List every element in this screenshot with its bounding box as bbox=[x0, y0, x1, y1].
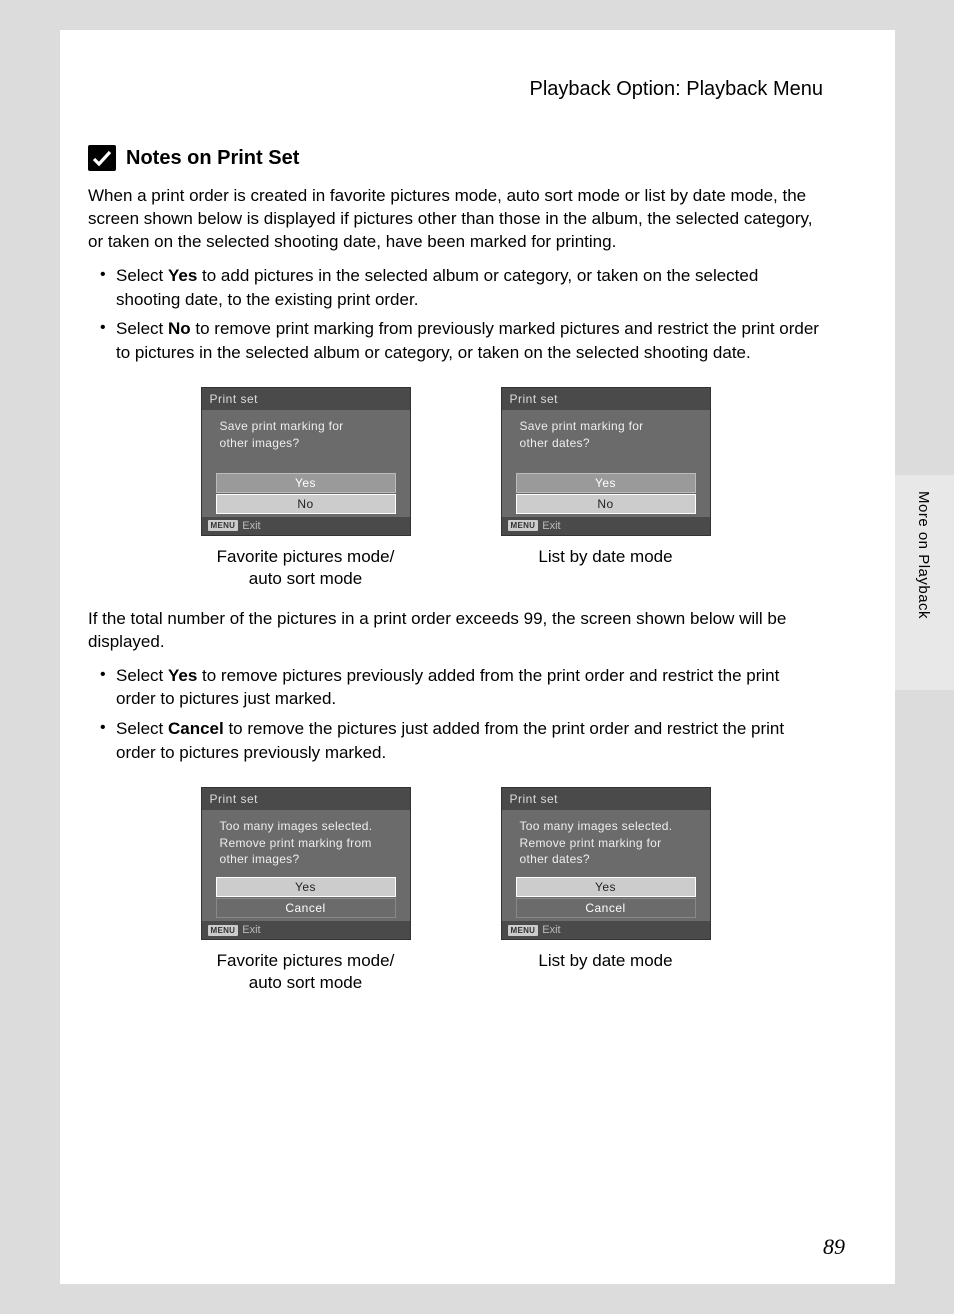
section-header: Notes on Print Set bbox=[88, 145, 823, 171]
page-number: 89 bbox=[823, 1234, 845, 1260]
camera-screen: Print set Save print marking for other d… bbox=[501, 387, 711, 536]
note-icon bbox=[88, 145, 116, 171]
screen-title: Print set bbox=[502, 388, 710, 410]
text: Select bbox=[116, 719, 168, 738]
screen-body: Save print marking for other dates? Yes … bbox=[502, 410, 710, 517]
exit-label: Exit bbox=[242, 924, 260, 936]
screenshots-row-1: Print set Save print marking for other i… bbox=[88, 387, 823, 590]
screen-block-right: Print set Too many images selected. Remo… bbox=[501, 787, 711, 995]
screen-title: Print set bbox=[502, 788, 710, 810]
screen-caption: List by date mode bbox=[538, 546, 672, 568]
text: Remove print marking from bbox=[220, 836, 372, 850]
text: Remove print marking for bbox=[520, 836, 662, 850]
screen-body: Too many images selected. Remove print m… bbox=[502, 810, 710, 921]
screen-footer: MENU Exit bbox=[502, 921, 710, 939]
bold-text: No bbox=[168, 319, 191, 338]
text: Too many images selected. bbox=[520, 819, 673, 833]
list-item: Select Cancel to remove the pictures jus… bbox=[100, 717, 823, 765]
screen-title: Print set bbox=[202, 788, 410, 810]
screen-option-no: No bbox=[516, 494, 696, 514]
screen-option-yes: Yes bbox=[516, 877, 696, 897]
screen-caption: List by date mode bbox=[538, 950, 672, 972]
list-item: Select Yes to remove pictures previously… bbox=[100, 664, 823, 712]
screenshots-row-2: Print set Too many images selected. Remo… bbox=[88, 787, 823, 995]
section-title: Notes on Print Set bbox=[126, 147, 299, 170]
page-header: Playback Option: Playback Menu bbox=[530, 78, 824, 101]
exit-label: Exit bbox=[242, 520, 260, 532]
screen-message: Too many images selected. Remove print m… bbox=[210, 814, 402, 876]
side-tab: More on Playback bbox=[895, 475, 954, 690]
page: Playback Option: Playback Menu Notes on … bbox=[60, 30, 895, 1284]
screen-caption: Favorite pictures mode/ auto sort mode bbox=[217, 950, 395, 994]
screen-message: Save print marking for other images? bbox=[210, 414, 402, 472]
text: Save print marking for bbox=[520, 419, 644, 433]
camera-screen: Print set Too many images selected. Remo… bbox=[501, 787, 711, 940]
screen-block-right: Print set Save print marking for other d… bbox=[501, 387, 711, 590]
text: other images? bbox=[220, 436, 300, 450]
intro-paragraph: When a print order is created in favorit… bbox=[88, 185, 823, 254]
screen-option-cancel: Cancel bbox=[216, 898, 396, 918]
camera-screen: Print set Save print marking for other i… bbox=[201, 387, 411, 536]
menu-icon: MENU bbox=[208, 925, 239, 936]
screen-option-no: No bbox=[216, 494, 396, 514]
menu-icon: MENU bbox=[208, 520, 239, 531]
screen-option-yes: Yes bbox=[216, 473, 396, 493]
text: auto sort mode bbox=[249, 569, 362, 588]
text: Favorite pictures mode/ bbox=[217, 547, 395, 566]
list-item: Select No to remove print marking from p… bbox=[100, 317, 823, 365]
screen-body: Save print marking for other images? Yes… bbox=[202, 410, 410, 517]
screen-body: Too many images selected. Remove print m… bbox=[202, 810, 410, 921]
screen-option-yes: Yes bbox=[516, 473, 696, 493]
camera-screen: Print set Too many images selected. Remo… bbox=[201, 787, 411, 940]
text: to remove pictures previously added from… bbox=[116, 666, 779, 709]
side-tab-label: More on Playback bbox=[915, 491, 932, 619]
screen-option-yes: Yes bbox=[216, 877, 396, 897]
screen-option-cancel: Cancel bbox=[516, 898, 696, 918]
screen-footer: MENU Exit bbox=[502, 517, 710, 535]
text: to add pictures in the selected album or… bbox=[116, 266, 758, 309]
second-paragraph: If the total number of the pictures in a… bbox=[88, 608, 823, 654]
text: Save print marking for bbox=[220, 419, 344, 433]
text: other dates? bbox=[520, 436, 590, 450]
text: Too many images selected. bbox=[220, 819, 373, 833]
text: Select bbox=[116, 266, 168, 285]
screen-message: Save print marking for other dates? bbox=[510, 414, 702, 472]
bullet-list-1: Select Yes to add pictures in the select… bbox=[100, 264, 823, 365]
menu-icon: MENU bbox=[508, 925, 539, 936]
text: Select bbox=[116, 319, 168, 338]
bullet-list-2: Select Yes to remove pictures previously… bbox=[100, 664, 823, 765]
text: List by date mode bbox=[538, 547, 672, 566]
menu-icon: MENU bbox=[508, 520, 539, 531]
screen-caption: Favorite pictures mode/ auto sort mode bbox=[217, 546, 395, 590]
screen-footer: MENU Exit bbox=[202, 517, 410, 535]
bold-text: Yes bbox=[168, 266, 197, 285]
list-item: Select Yes to add pictures in the select… bbox=[100, 264, 823, 312]
text: auto sort mode bbox=[249, 973, 362, 992]
screen-block-left: Print set Too many images selected. Remo… bbox=[201, 787, 411, 995]
screen-footer: MENU Exit bbox=[202, 921, 410, 939]
screen-title: Print set bbox=[202, 388, 410, 410]
exit-label: Exit bbox=[542, 924, 560, 936]
text: other dates? bbox=[520, 852, 590, 866]
screen-message: Too many images selected. Remove print m… bbox=[510, 814, 702, 876]
text: Favorite pictures mode/ bbox=[217, 951, 395, 970]
screen-block-left: Print set Save print marking for other i… bbox=[201, 387, 411, 590]
text: List by date mode bbox=[538, 951, 672, 970]
bold-text: Cancel bbox=[168, 719, 224, 738]
exit-label: Exit bbox=[542, 520, 560, 532]
text: Select bbox=[116, 666, 168, 685]
text: other images? bbox=[220, 852, 300, 866]
text: to remove print marking from previously … bbox=[116, 319, 819, 362]
bold-text: Yes bbox=[168, 666, 197, 685]
content-area: Notes on Print Set When a print order is… bbox=[88, 145, 823, 1004]
